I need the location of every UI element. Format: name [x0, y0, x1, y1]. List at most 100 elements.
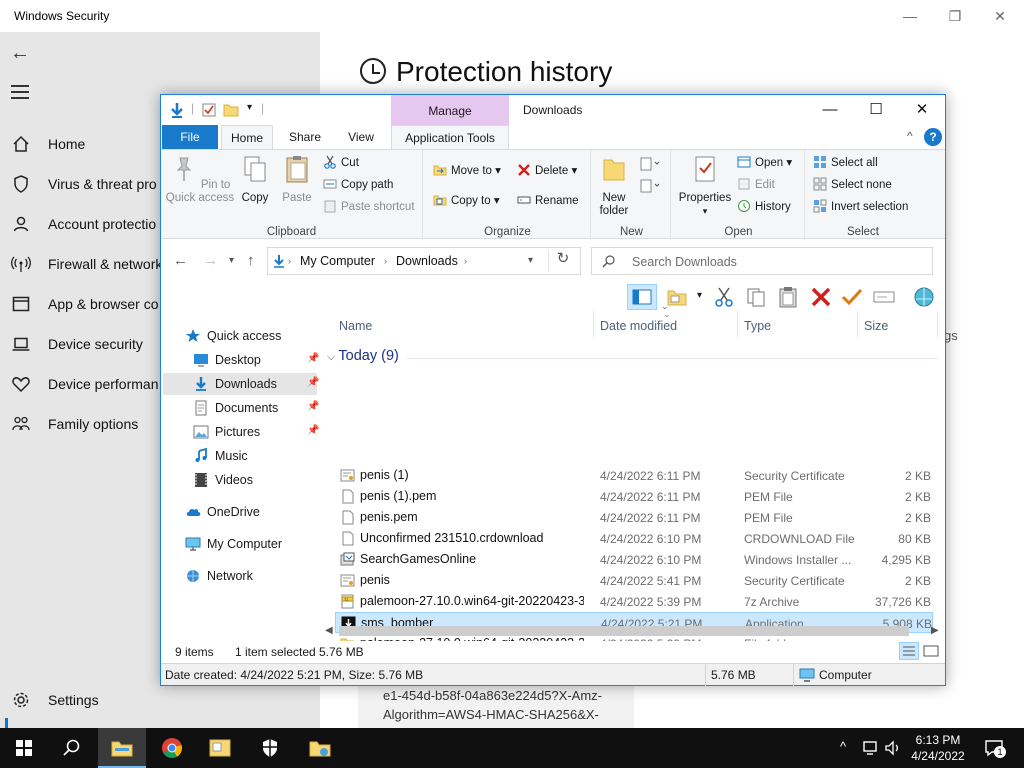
history-button[interactable]: History: [737, 198, 791, 216]
help-icon[interactable]: ?: [924, 128, 942, 146]
restore-button[interactable]: ❐: [943, 6, 967, 26]
preview-pane-button[interactable]: [627, 284, 657, 310]
cut-scissors-icon[interactable]: [713, 286, 735, 308]
shell-globe-icon[interactable]: [913, 286, 935, 308]
copy-path-button[interactable]: Copy path: [323, 176, 393, 194]
checkmark-icon[interactable]: [841, 286, 863, 308]
tab-application-tools[interactable]: Application Tools: [391, 125, 509, 149]
new-folder-icon[interactable]: [223, 102, 239, 118]
explorer-maximize-button[interactable]: ☐: [861, 99, 891, 121]
action-center-button[interactable]: 1: [984, 738, 1006, 758]
nav-pane-item-videos[interactable]: Videos: [163, 469, 317, 491]
pin-to-quick-access-button[interactable]: Pin to Quick access: [165, 154, 235, 205]
app-taskbar-button[interactable]: [196, 728, 244, 768]
file-row[interactable]: Unconfirmed 231510.crdownload 4/24/2022 6…: [335, 528, 933, 549]
paste-shortcut-button[interactable]: Paste shortcut: [323, 198, 415, 216]
group-header-today[interactable]: ⌵ Today (9): [327, 348, 399, 364]
nav-pane-item-my-computer[interactable]: My Computer: [163, 533, 317, 555]
network-icon[interactable]: [862, 740, 880, 756]
new-folder-button[interactable]: New folder: [595, 154, 633, 218]
file-row[interactable]: penis (1).pem 4/24/2022 6:11 PM PEM File 2 …: [335, 486, 933, 507]
breadcrumb-chevron-icon[interactable]: ›: [384, 256, 387, 266]
search-box[interactable]: Search Downloads: [591, 247, 933, 275]
start-button[interactable]: [0, 728, 48, 768]
paste-button[interactable]: Paste: [279, 154, 315, 205]
forward-button[interactable]: →: [203, 252, 218, 269]
new-item-icon[interactable]: [639, 156, 661, 172]
close-button[interactable]: ✕: [988, 6, 1012, 26]
back-button[interactable]: ←: [173, 252, 188, 269]
back-arrow-icon[interactable]: ←: [10, 42, 30, 65]
manage-context-tab[interactable]: Manage: [391, 95, 509, 125]
up-button[interactable]: ↑: [247, 252, 255, 269]
windows-security-taskbar-button[interactable]: [246, 728, 294, 768]
refresh-button[interactable]: ↻: [551, 249, 575, 267]
nav-pane-item-quick-access[interactable]: Quick access: [163, 325, 317, 347]
edit-button[interactable]: Edit: [737, 176, 775, 194]
column-header-date-modified[interactable]: Date modified: [600, 319, 677, 333]
minimize-button[interactable]: —: [898, 6, 922, 26]
explorer-close-button[interactable]: ✕: [907, 99, 937, 121]
qat-customize-chevron-icon[interactable]: ▾: [247, 102, 252, 113]
horizontal-scrollbar[interactable]: ◀ ▶: [323, 623, 943, 639]
file-explorer-taskbar-button[interactable]: [98, 728, 146, 768]
copy-to-button[interactable]: Copy to ▾: [433, 192, 500, 210]
nav-pane-item-pictures[interactable]: Pictures 📌: [163, 421, 319, 443]
delete-red-x-icon[interactable]: [810, 286, 832, 308]
delete-button[interactable]: Delete ▾: [517, 162, 577, 180]
large-icons-view-icon[interactable]: [921, 642, 941, 660]
select-all-button[interactable]: Select all: [813, 154, 878, 172]
breadcrumb-chevron-icon[interactable]: ›: [464, 256, 467, 266]
nav-pane-item-downloads[interactable]: Downloads 📌: [163, 373, 319, 395]
scrollbar-thumb[interactable]: [339, 626, 909, 636]
taskbar-clock[interactable]: 6:13 PM 4/24/2022: [906, 732, 970, 764]
details-view-icon[interactable]: [899, 642, 919, 660]
column-header-type[interactable]: Type: [744, 319, 771, 333]
file-row[interactable]: 7z palemoon-27.10.0.win64-git-20220423-3.…: [335, 591, 933, 612]
breadcrumb-chevron-icon[interactable]: ›: [288, 256, 291, 266]
tab-view[interactable]: View: [335, 125, 387, 149]
open-button[interactable]: Open ▾: [737, 154, 792, 172]
column-header-size[interactable]: Size: [864, 319, 888, 333]
explorer-minimize-button[interactable]: —: [815, 99, 845, 121]
file-row[interactable]: penis.pem 4/24/2022 6:11 PM PEM File 2 KB: [335, 507, 933, 528]
tab-file[interactable]: File: [162, 125, 218, 149]
properties-check-icon[interactable]: [201, 102, 217, 118]
nav-item-settings[interactable]: Settings: [0, 680, 320, 720]
nav-pane-item-desktop[interactable]: Desktop 📌: [163, 349, 319, 371]
file-row[interactable]: SearchGamesOnline 4/24/2022 6:10 PM Window…: [335, 549, 933, 570]
recent-locations-chevron-icon[interactable]: ▾: [229, 255, 234, 266]
address-bar[interactable]: › My Computer › Downloads › ▾: [267, 247, 581, 275]
breadcrumb-downloads[interactable]: Downloads: [396, 254, 458, 268]
file-row[interactable]: penis 4/24/2022 5:41 PM Security Certifica…: [335, 570, 933, 591]
copy-pages-icon[interactable]: [745, 286, 767, 308]
breadcrumb-my-computer[interactable]: My Computer: [300, 254, 375, 268]
easy-access-icon[interactable]: [639, 178, 661, 194]
chrome-taskbar-button[interactable]: [148, 728, 196, 768]
scroll-right-arrow-icon[interactable]: ▶: [931, 625, 939, 636]
select-none-button[interactable]: Select none: [813, 176, 892, 194]
rename-box-icon[interactable]: [873, 286, 895, 308]
tab-share[interactable]: Share: [279, 125, 331, 149]
tray-overflow-chevron-icon[interactable]: ^: [840, 739, 846, 754]
folder-options-icon[interactable]: [666, 286, 688, 308]
folder-options-chevron-icon[interactable]: ▾: [697, 290, 702, 301]
folder-taskbar-button[interactable]: [296, 728, 344, 768]
hamburger-menu-icon[interactable]: [11, 85, 29, 103]
nav-pane-item-network[interactable]: Network: [163, 565, 317, 587]
volume-icon[interactable]: [884, 740, 902, 756]
invert-selection-button[interactable]: Invert selection: [813, 198, 908, 216]
column-header-name[interactable]: Name: [339, 319, 372, 333]
properties-button[interactable]: Properties ▾: [675, 154, 735, 218]
scroll-left-arrow-icon[interactable]: ◀: [325, 625, 333, 636]
address-history-chevron-icon[interactable]: ▾: [528, 255, 533, 266]
rename-button[interactable]: Rename: [517, 192, 578, 210]
move-to-button[interactable]: Move to ▾: [433, 162, 501, 180]
nav-pane-item-music[interactable]: Music: [163, 445, 317, 467]
quick-access-arrow-icon[interactable]: [169, 102, 185, 118]
copy-button[interactable]: Copy: [237, 154, 273, 205]
tab-home[interactable]: Home: [221, 125, 273, 149]
nav-pane-item-onedrive[interactable]: OneDrive: [163, 501, 317, 523]
file-row[interactable]: penis (1) 4/24/2022 6:11 PM Security Certi…: [335, 465, 933, 486]
search-taskbar-button[interactable]: [48, 728, 96, 768]
